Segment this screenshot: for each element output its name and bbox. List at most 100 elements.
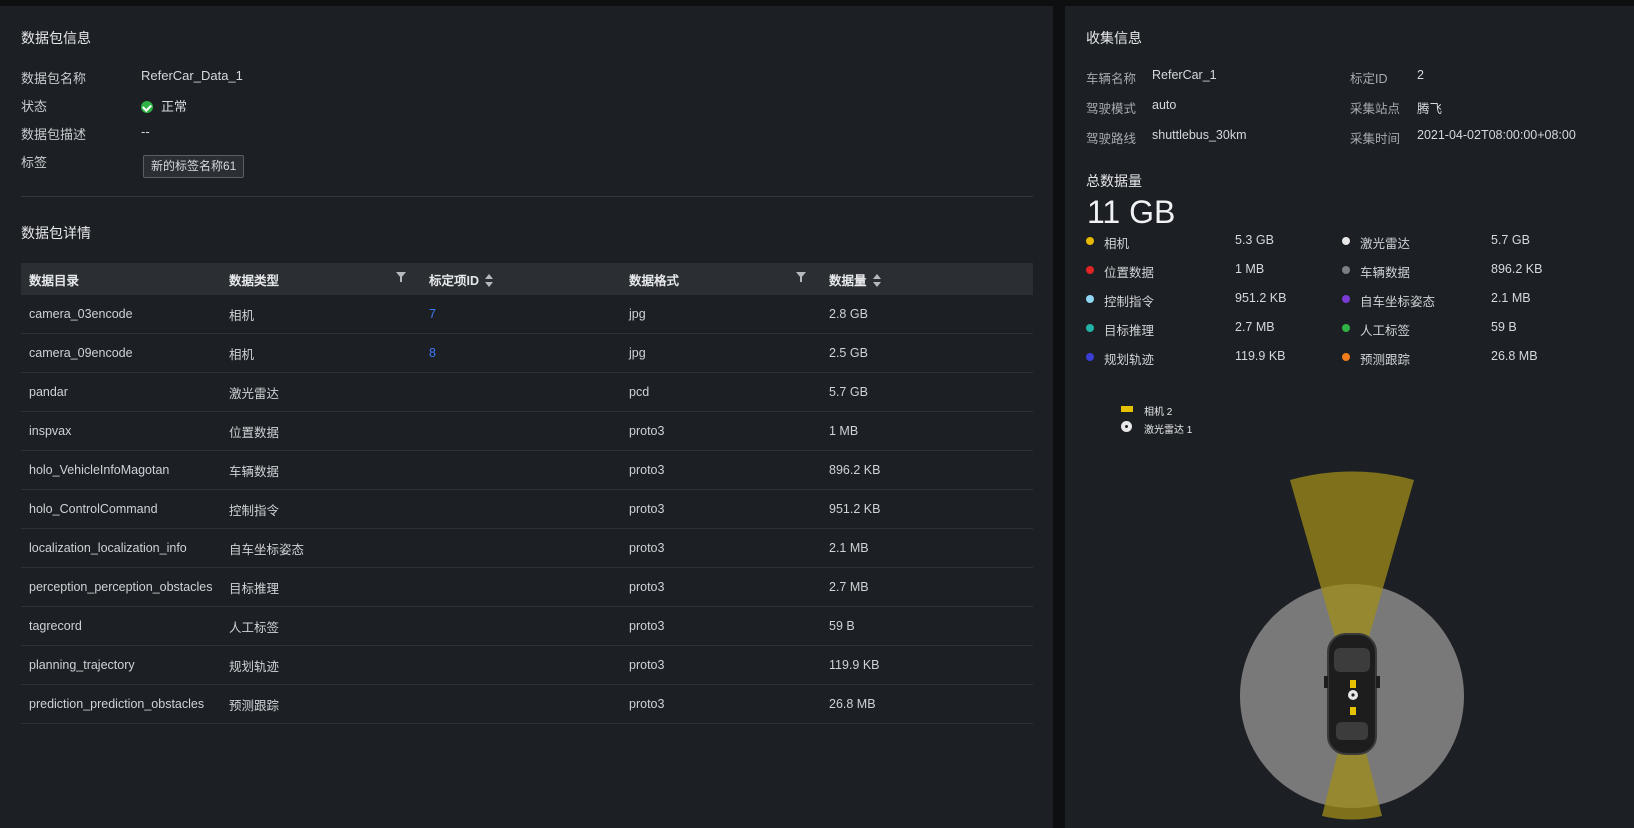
cell-calib-id[interactable]: 8 — [421, 333, 621, 373]
package-name-value: ReferCar_Data_1 — [141, 68, 243, 83]
cell-type: 相机 — [221, 333, 421, 373]
cell-type: 规划轨迹 — [221, 645, 421, 685]
cell-directory: planning_trajectory — [21, 645, 221, 685]
legend-label: 控制指令 — [1104, 295, 1155, 309]
cell-type: 车辆数据 — [221, 450, 421, 490]
cell-calib-id[interactable]: 7 — [421, 295, 621, 334]
time-label: 采集时间 — [1350, 132, 1401, 146]
filter-icon[interactable] — [396, 272, 406, 285]
column-header-calib-id[interactable]: 标定项ID — [421, 263, 621, 295]
cell-size: 2.7 MB — [821, 567, 1033, 607]
cell-type: 目标推理 — [221, 567, 421, 607]
collection-panel: 收集信息 车辆名称 ReferCar_1 标定ID 2 驾驶模式 auto 采集… — [1065, 6, 1634, 828]
cell-format: pcd — [621, 372, 821, 412]
cell-directory: holo_VehicleInfoMagotan — [21, 450, 221, 490]
cell-format: proto3 — [621, 528, 821, 568]
calib-id-link[interactable]: 7 — [429, 307, 436, 321]
site-label: 采集站点 — [1350, 102, 1401, 116]
cell-size: 59 B — [821, 606, 1033, 646]
legend-label: 预测跟踪 — [1360, 353, 1411, 367]
cell-type: 位置数据 — [221, 411, 421, 451]
legend-dot-icon — [1086, 266, 1094, 274]
cell-type: 人工标签 — [221, 606, 421, 646]
cell-directory: perception_perception_obstacles — [21, 567, 221, 607]
table-header-row: 数据目录 数据类型 标定项ID 数据格式 数据量 — [21, 263, 1033, 295]
tag-chip[interactable]: 新的标签名称61 — [143, 155, 245, 178]
sort-icon[interactable] — [485, 274, 494, 288]
legend-value: 5.3 GB — [1235, 233, 1274, 247]
calib-id-label: 标定ID — [1350, 72, 1388, 86]
table-row: perception_perception_obstacles 目标推理 proto… — [21, 567, 1033, 607]
legend-value: 119.9 KB — [1235, 349, 1286, 363]
cell-size: 2.5 GB — [821, 333, 1033, 373]
table-row: camera_03encode 相机 7 jpg 2.8 GB — [21, 295, 1033, 334]
cell-calib-id — [421, 528, 621, 568]
status-label: 状态 — [21, 99, 48, 114]
table-row: holo_VehicleInfoMagotan 车辆数据 proto3 896.2 K… — [21, 450, 1033, 490]
legend-dot-icon — [1086, 324, 1094, 332]
cell-format: proto3 — [621, 489, 821, 529]
cell-calib-id — [421, 684, 621, 724]
lidar-legend-icon — [1121, 421, 1132, 432]
cell-format: proto3 — [621, 567, 821, 607]
legend-value: 59 B — [1491, 320, 1517, 334]
legend-value: 896.2 KB — [1491, 262, 1543, 276]
legend-dot-icon — [1342, 353, 1350, 361]
cell-size: 2.1 MB — [821, 528, 1033, 568]
vehicle-name-link[interactable]: ReferCar_1 — [1152, 68, 1217, 82]
legend-label: 规划轨迹 — [1104, 353, 1155, 367]
legend-dot-icon — [1086, 237, 1094, 245]
total-value: 11 GB — [1087, 194, 1176, 230]
time-value: 2021-04-02T08:00:00+08:00 — [1417, 128, 1576, 142]
table-row: inspvax 位置数据 proto3 1 MB — [21, 411, 1033, 451]
cell-calib-id — [421, 645, 621, 685]
cell-calib-id — [421, 567, 621, 607]
sensor-coverage-diagram — [1240, 471, 1464, 820]
drive-mode-label: 驾驶模式 — [1086, 102, 1137, 116]
legend-dot-icon — [1086, 295, 1094, 303]
filter-icon[interactable] — [796, 272, 806, 285]
cell-directory: tagrecord — [21, 606, 221, 646]
cell-size: 1 MB — [821, 411, 1033, 451]
cell-size: 2.8 GB — [821, 295, 1033, 334]
camera-legend-label: 相机 2 — [1144, 407, 1173, 418]
collection-info-title: 收集信息 — [1086, 30, 1142, 46]
legend-label: 位置数据 — [1104, 266, 1155, 280]
cell-directory: prediction_prediction_obstacles — [21, 684, 221, 724]
description-value: -- — [141, 124, 150, 139]
cell-calib-id — [421, 411, 621, 451]
legend-label: 自车坐标姿态 — [1360, 295, 1436, 309]
table-row: planning_trajectory 规划轨迹 proto3 119.9 KB — [21, 645, 1033, 685]
legend-value: 2.7 MB — [1235, 320, 1275, 334]
cell-format: proto3 — [621, 606, 821, 646]
rear-camera-marker — [1350, 707, 1356, 715]
column-header-format: 数据格式 — [621, 263, 821, 295]
legend-label: 相机 — [1104, 237, 1130, 251]
cell-size: 951.2 KB — [821, 489, 1033, 529]
calib-id-link[interactable]: 2 — [1417, 68, 1424, 82]
cell-calib-id — [421, 372, 621, 412]
legend-value: 1 MB — [1235, 262, 1265, 276]
cell-calib-id — [421, 489, 621, 529]
cell-directory: camera_03encode — [21, 295, 221, 334]
section-divider — [21, 196, 1033, 197]
cell-format: proto3 — [621, 684, 821, 724]
cell-directory: inspvax — [21, 411, 221, 451]
route-value: shuttlebus_30km — [1152, 128, 1247, 142]
cell-format: jpg — [621, 333, 821, 373]
site-value: 腾飞 — [1417, 102, 1443, 116]
table-row: tagrecord 人工标签 proto3 59 B — [21, 606, 1033, 646]
calib-id-link[interactable]: 8 — [429, 346, 436, 360]
sort-icon[interactable] — [872, 274, 881, 288]
package-info-title: 数据包信息 — [21, 30, 91, 46]
cell-format: proto3 — [621, 450, 821, 490]
cell-format: jpg — [621, 295, 821, 334]
cell-directory: holo_ControlCommand — [21, 489, 221, 529]
table-row: localization_localization_info 自车坐标姿态 prot… — [21, 528, 1033, 568]
table-row: pandar 激光雷达 pcd 5.7 GB — [21, 372, 1033, 412]
package-name-label: 数据包名称 — [21, 71, 87, 86]
column-header-size[interactable]: 数据量 — [821, 263, 1033, 295]
description-label: 数据包描述 — [21, 127, 87, 142]
status-text: 正常 — [161, 99, 188, 114]
legend-dot-icon — [1086, 353, 1094, 361]
